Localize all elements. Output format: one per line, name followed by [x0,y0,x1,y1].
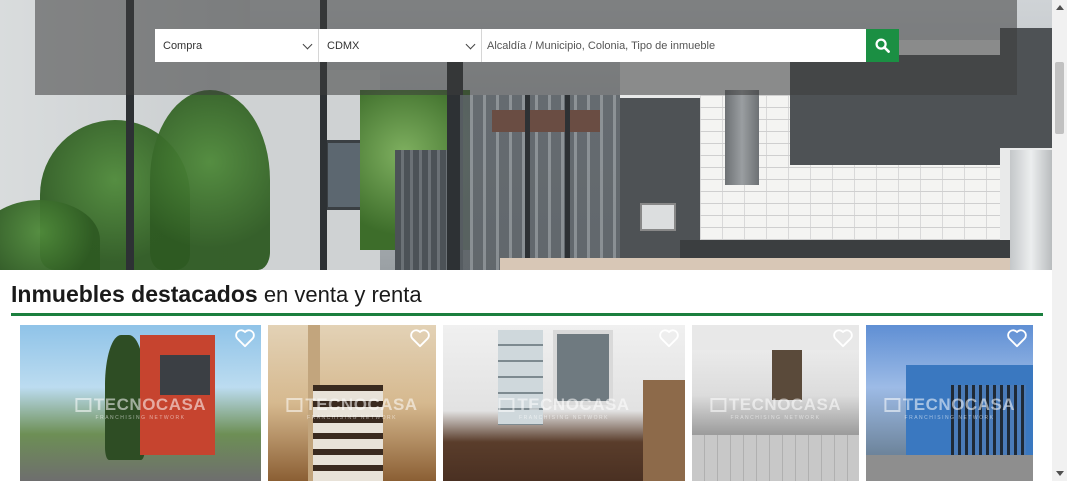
featured-title-rest: en venta y renta [257,282,422,307]
hero-fence [395,150,455,270]
heart-outline-icon[interactable] [658,328,680,348]
house-logo-icon [74,398,91,412]
hero-plant [150,90,270,270]
property-card[interactable]: TECNOCASA FRANCHISING NETWORK [268,325,436,481]
card-photo-stone-wall [643,380,685,481]
hero-window-frame [565,95,570,270]
card-photo-window [160,355,210,395]
watermark-subtext: FRANCHISING NETWORK [95,415,186,421]
page-scrollbar[interactable] [1052,0,1067,481]
section-divider [11,313,1043,316]
search-icon [875,38,890,53]
watermark-text: TECNOCASA [728,395,842,414]
watermark: TECNOCASA FRANCHISING NETWORK [286,395,417,421]
watermark-subtext: FRANCHISING NETWORK [519,415,609,421]
heart-outline-icon[interactable] [234,328,256,348]
house-logo-icon [883,398,900,412]
search-button[interactable] [866,29,899,62]
hero-roof [492,110,600,132]
property-card[interactable]: TECNOCASA FRANCHISING NETWORK [692,325,859,481]
city-select-value: CDMX [327,39,360,52]
city-select[interactable]: CDMX [319,29,482,62]
scroll-down-icon[interactable] [1056,471,1064,476]
watermark-text: TECNOCASA [305,395,418,414]
operation-select[interactable]: Compra [155,29,319,62]
page: Compra CDMX Inmuebles destacados en vent… [0,0,1067,481]
hero-hood [725,90,759,185]
card-photo-street [866,455,1033,481]
watermark: TECNOCASA FRANCHISING NETWORK [74,395,207,421]
watermark-text: TECNOCASA [517,395,630,414]
house-logo-icon [286,398,303,412]
heart-outline-icon[interactable] [832,328,854,348]
watermark-subtext: FRANCHISING NETWORK [904,415,995,421]
scrollbar-thumb[interactable] [1055,62,1064,134]
watermark-subtext: FRANCHISING NETWORK [730,415,821,421]
house-logo-icon [709,398,726,412]
property-card[interactable]: TECNOCASA FRANCHISING NETWORK [866,325,1033,481]
scroll-up-icon[interactable] [1056,5,1064,10]
watermark-text: TECNOCASA [93,395,207,414]
location-search-input[interactable] [482,29,866,62]
property-card[interactable]: TECNOCASA FRANCHISING NETWORK [20,325,261,481]
card-photo-door [772,350,802,400]
house-logo-icon [498,398,515,412]
hero-oven [640,203,676,231]
property-search-bar: Compra CDMX [155,29,899,62]
watermark-subtext: FRANCHISING NETWORK [307,415,397,421]
watermark: TECNOCASA FRANCHISING NETWORK [883,395,1016,421]
featured-section-title: Inmuebles destacados en venta y renta [11,281,422,308]
chevron-down-icon [465,39,476,50]
watermark: TECNOCASA FRANCHISING NETWORK [498,395,629,421]
chevron-down-icon [302,39,313,50]
watermark-text: TECNOCASA [902,395,1016,414]
hero-window-frame [525,95,530,270]
heart-outline-icon[interactable] [409,328,431,348]
card-photo-floor [692,435,859,481]
property-card[interactable]: TECNOCASA FRANCHISING NETWORK [443,325,685,481]
heart-outline-icon[interactable] [1006,328,1028,348]
card-photo-window [553,330,613,405]
featured-title-strong: Inmuebles destacados [11,281,258,307]
watermark: TECNOCASA FRANCHISING NETWORK [709,395,842,421]
hero-fridge [1010,150,1052,270]
operation-select-value: Compra [163,39,203,52]
hero-floor [500,258,1052,270]
